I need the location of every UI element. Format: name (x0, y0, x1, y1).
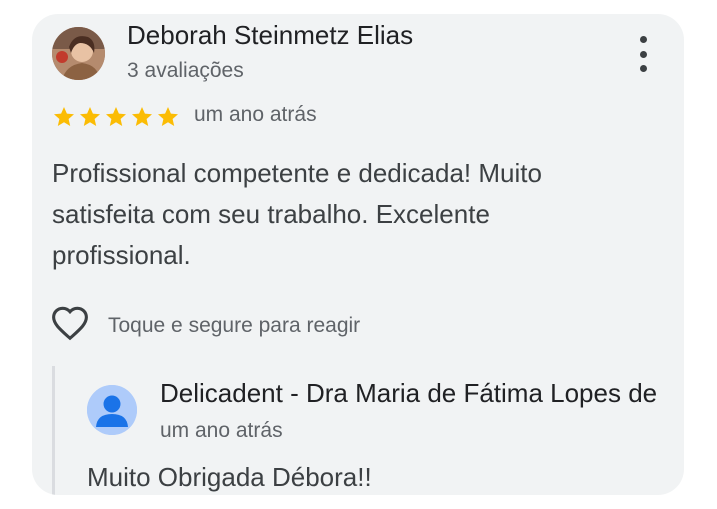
reviewer-name[interactable]: Deborah Steinmetz Elias (127, 20, 413, 51)
heart-outline-icon (50, 305, 90, 346)
more-vert-icon-dot (639, 65, 647, 72)
star-icon (132, 107, 152, 126)
reviewer-avatar[interactable] (52, 27, 105, 80)
more-vert-icon-dot (639, 50, 647, 58)
star-rating (52, 105, 180, 129)
react-button[interactable]: Toque e segure para reagir (50, 305, 360, 346)
more-vert-icon (639, 36, 647, 43)
reviewer-review-count: 3 avaliações (127, 59, 244, 82)
reply-divider (52, 366, 55, 495)
reply-timestamp: um ano atrás (160, 419, 283, 442)
review-card: Deborah Steinmetz Elias 3 avaliações um … (32, 14, 684, 495)
star-icon (158, 107, 178, 126)
owner-name: Delicadent - Dra Maria de Fátima Lopes d… (160, 378, 658, 408)
review-text: Profissional competente e dedicada! Muit… (52, 158, 542, 270)
review-timestamp: um ano atrás (194, 103, 317, 126)
star-icon (80, 107, 100, 126)
more-options-button[interactable] (628, 36, 658, 72)
star-icon (54, 107, 74, 126)
react-label: Toque e segure para reagir (108, 313, 361, 337)
person-icon (87, 385, 137, 435)
reply-text: Muito Obrigada Débora!! (87, 462, 372, 492)
star-icon (106, 107, 126, 126)
